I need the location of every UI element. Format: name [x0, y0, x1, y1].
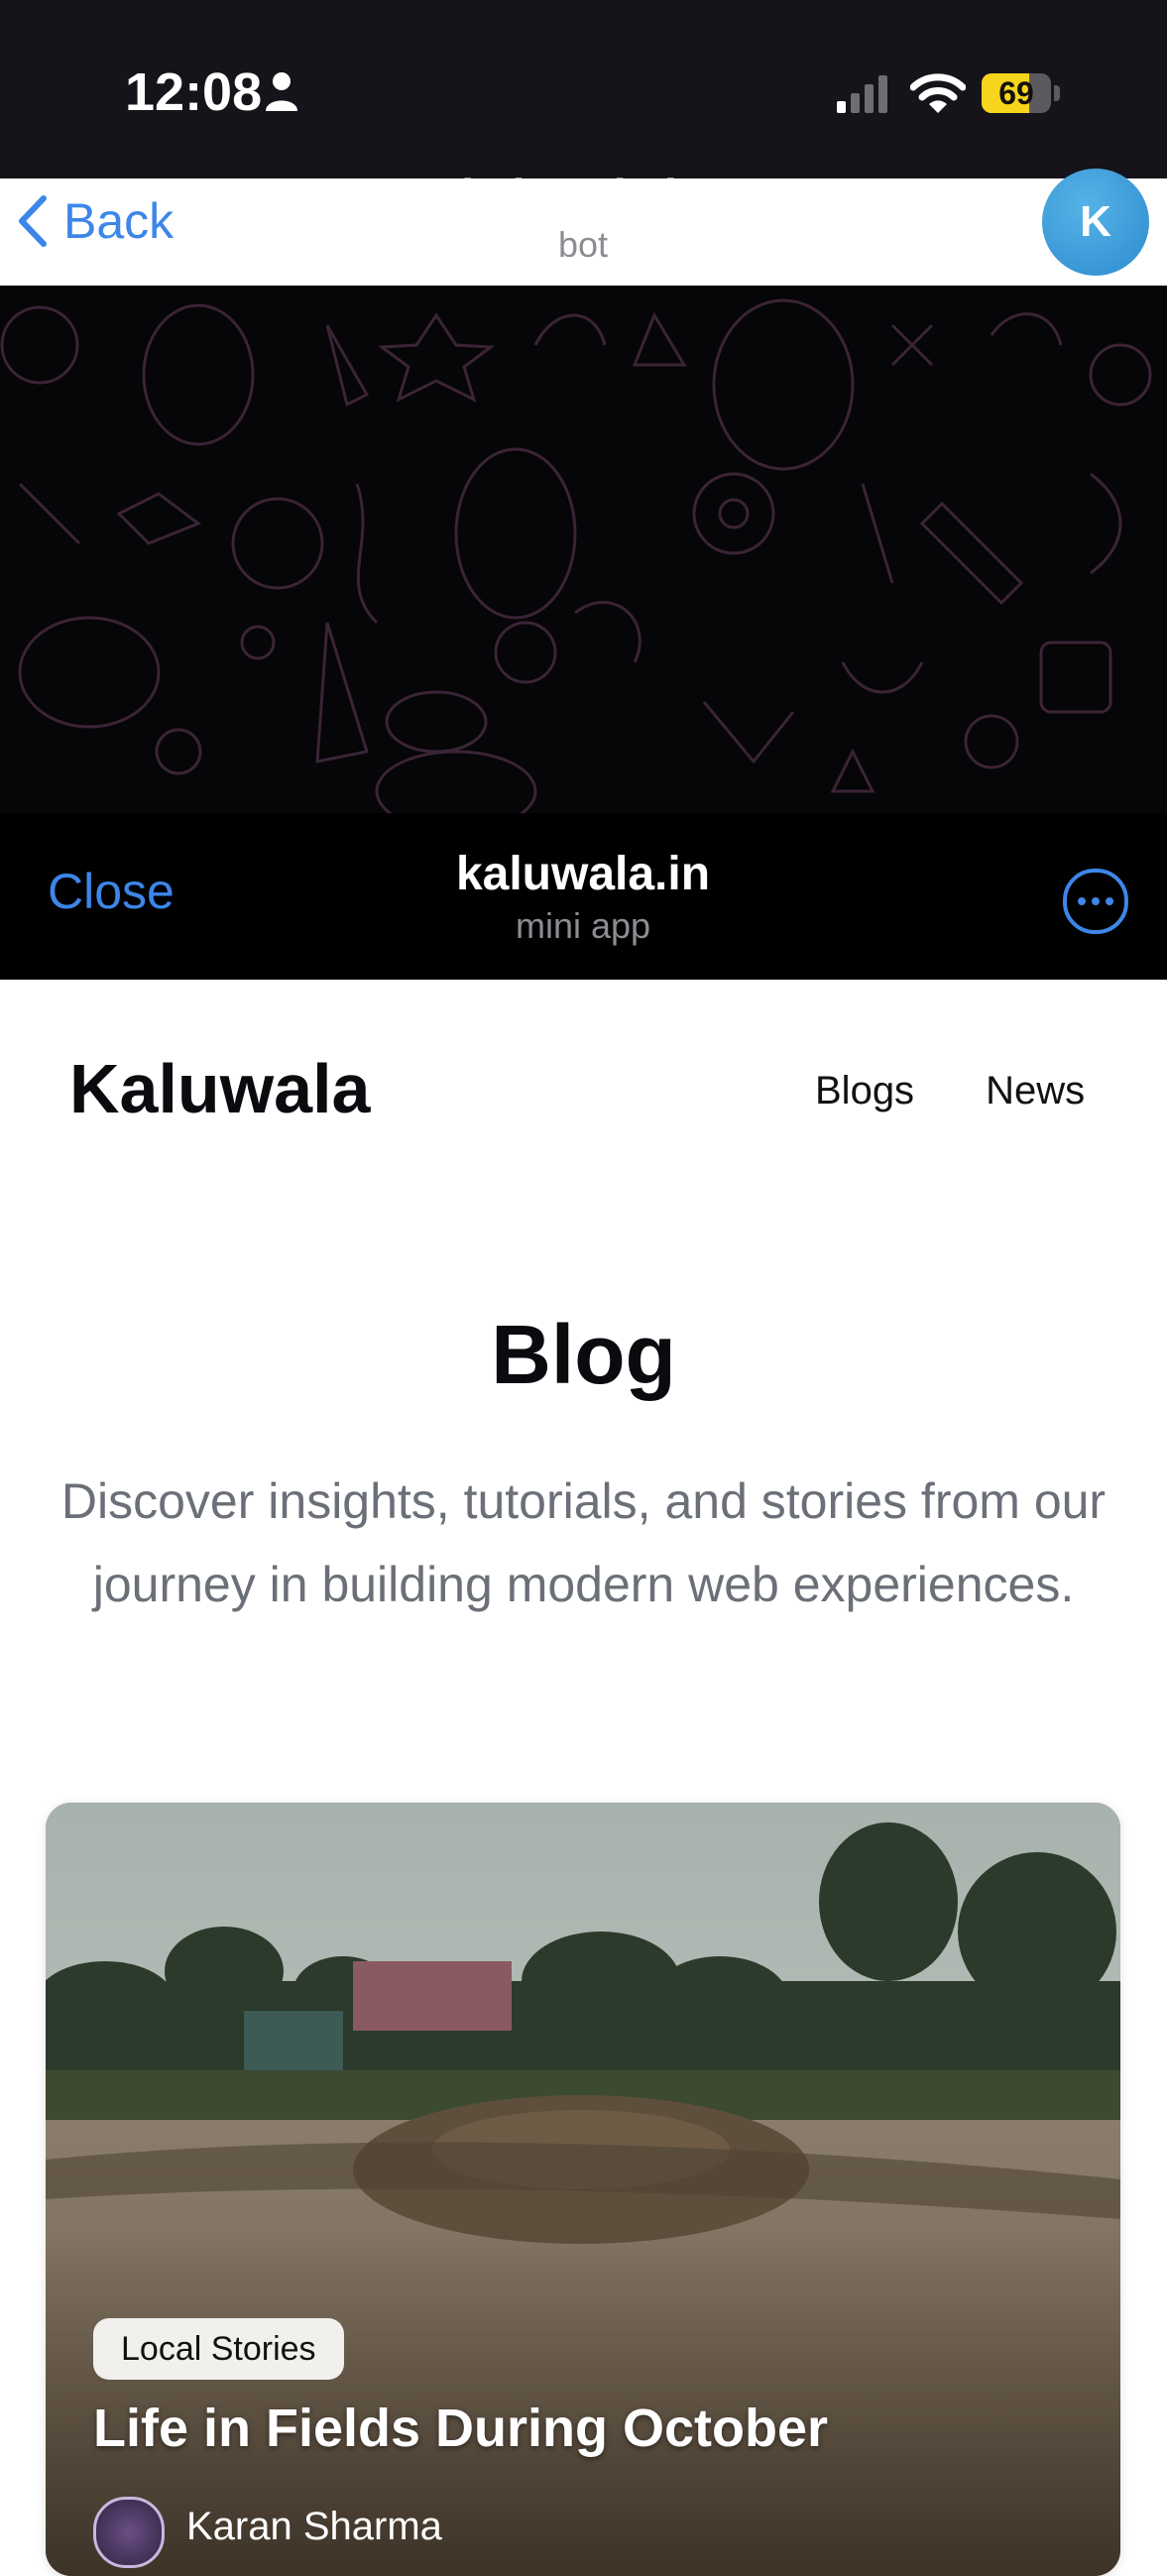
status-bar: 12:08 69 Back kaluwala.in bot K [0, 0, 1167, 276]
status-time: 12:08 [125, 62, 263, 122]
bot-avatar[interactable]: K [1042, 169, 1149, 276]
post-author: Karan Sharma [186, 2505, 442, 2548]
back-label: Back [63, 193, 175, 249]
person-icon [266, 72, 297, 111]
chat-title: kaluwala.in [461, 170, 705, 221]
site-logo[interactable]: Kaluwala [69, 1049, 370, 1128]
doodle-pattern [0, 298, 1152, 813]
mini-app-header: Close kaluwala.in mini app [0, 813, 1167, 980]
wifi-icon [910, 73, 966, 113]
chat-title-block[interactable]: kaluwala.in bot [385, 169, 781, 266]
post-category-badge[interactable]: Local Stories [93, 2318, 344, 2380]
page-description: Discover insights, tutorials, and storie… [60, 1473, 1107, 1612]
post-title[interactable]: Life in Fields During October [93, 2398, 828, 2459]
author-avatar [93, 2497, 165, 2568]
back-button[interactable]: Back [18, 186, 174, 256]
blog-post-card[interactable]: Local Stories Life in Fields During Octo… [46, 1803, 1120, 2576]
chevron-left-icon [19, 195, 47, 247]
post-cover-image [46, 1803, 1120, 2576]
mini-app-title: kaluwala.in [455, 848, 711, 900]
more-icon[interactable] [1063, 869, 1128, 934]
page-title: Blog [491, 1308, 676, 1401]
nav-link-blogs[interactable]: Blogs [815, 1069, 914, 1113]
nav-link-news[interactable]: News [986, 1069, 1085, 1113]
signal-icon [837, 75, 887, 113]
close-button[interactable]: Close [48, 863, 175, 920]
mini-app-title-block: kaluwala.in mini app [385, 847, 781, 947]
battery-percent: 69 [998, 75, 1034, 111]
chat-subtitle: bot [557, 224, 609, 265]
mini-app-subtitle: mini app [515, 905, 651, 946]
site-nav: Blogs News [815, 1069, 1085, 1113]
chat-wallpaper [0, 286, 1167, 813]
battery-icon: 69 [982, 73, 1063, 115]
